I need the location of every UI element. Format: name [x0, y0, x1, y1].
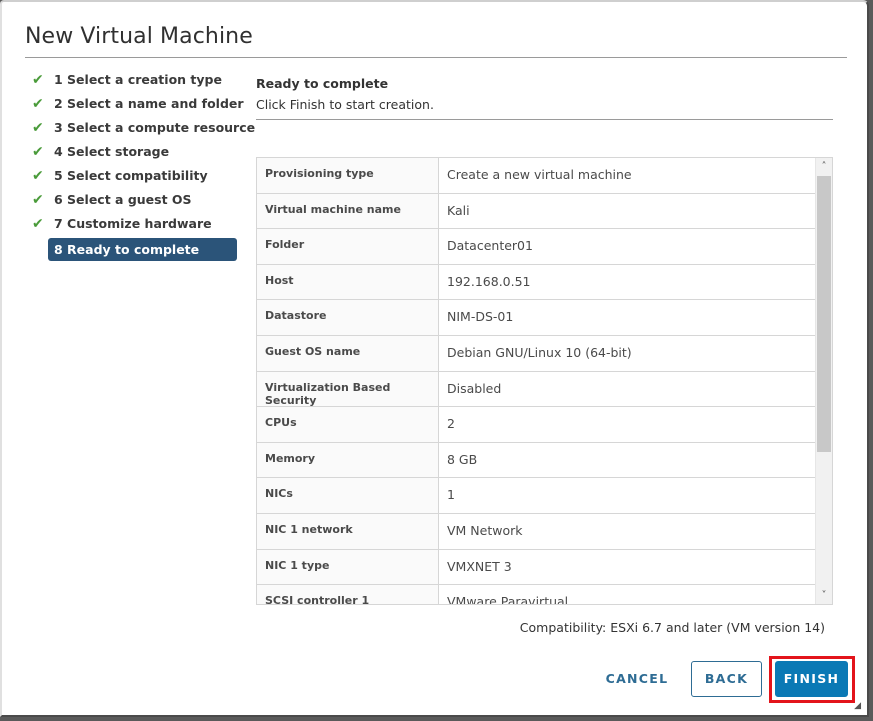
scroll-up-arrow-icon[interactable]: ˄ [816, 158, 832, 175]
step-label: 1 Select a creation type [54, 72, 222, 87]
row-key: Virtualization Based Security [257, 371, 439, 407]
row-key: Host [257, 264, 439, 300]
row-value: Create a new virtual machine [447, 167, 632, 182]
row-value: Kali [447, 202, 470, 218]
row-value: 1 [447, 487, 455, 503]
step-label: 7 Customize hardware [54, 216, 212, 231]
table-row: Memory 8 GB [257, 442, 816, 479]
row-key: Folder [257, 229, 439, 264]
table-row: Folder Datacenter01 [257, 229, 816, 265]
compatibility-info: Compatibility: ESXi 6.7 and later (VM ve… [519, 620, 825, 635]
step-label: 6 Select a guest OS [54, 192, 192, 207]
row-key: CPUs [257, 407, 439, 442]
step-label: 3 Select a compute resource [54, 120, 256, 135]
section-instructions: Click Finish to start creation. [256, 97, 434, 112]
check-icon: ✔ [32, 216, 44, 232]
table-scrollbar[interactable]: ˄ ˅ [815, 158, 832, 604]
check-icon: ✔ [32, 144, 44, 160]
step-label: 5 Select compatibility [54, 168, 208, 183]
step-label: 8 Ready to complete [54, 242, 200, 257]
dialog-title: New Virtual Machine [25, 24, 253, 49]
table-row: Host 192.168.0.51 [257, 264, 816, 301]
check-icon: ✔ [32, 72, 44, 88]
scroll-down-arrow-icon[interactable]: ˅ [816, 587, 832, 604]
step-label: 2 Select a name and folder [54, 96, 244, 111]
resize-grip-icon[interactable]: ◢ [854, 701, 861, 711]
row-key: Virtual machine name [257, 193, 439, 229]
row-value: Disabled [447, 380, 502, 396]
row-value: NIM-DS-01 [447, 309, 514, 325]
wizard-step-compatibility[interactable]: ✔ 5 Select compatibility [32, 166, 240, 190]
row-value: VM Network [447, 522, 523, 538]
table-row: NIC 1 network VM Network [257, 513, 816, 550]
row-key: Memory [257, 442, 439, 478]
wizard-step-storage[interactable]: ✔ 4 Select storage [32, 142, 240, 166]
back-button[interactable]: BACK [691, 661, 762, 697]
wizard-step-name-folder[interactable]: ✔ 2 Select a name and folder [32, 94, 244, 118]
wizard-step-compute-resource[interactable]: ✔ 3 Select a compute resource [32, 118, 255, 142]
check-icon: ✔ [32, 96, 44, 112]
scrollbar-thumb[interactable] [817, 176, 831, 452]
table-row: NIC 1 type VMXNET 3 [257, 549, 816, 586]
row-key: Guest OS name [257, 335, 439, 371]
step-label: 4 Select storage [54, 144, 170, 159]
section-heading: Ready to complete [256, 76, 389, 91]
row-key: Datastore [257, 300, 439, 335]
table-row: Virtualization Based Security Disabled [257, 371, 816, 408]
wizard-steps: ✔ 1 Select a creation type ✔ 2 Select a … [32, 70, 255, 261]
row-key: NIC 1 network [257, 513, 439, 549]
row-value: VMXNET 3 [447, 558, 512, 574]
title-divider [25, 57, 847, 58]
row-value: 192.168.0.51 [447, 273, 531, 289]
row-key: NIC 1 type [257, 549, 439, 585]
row-key: Provisioning type [257, 158, 439, 193]
table-row: Virtual machine name Kali [257, 193, 816, 230]
cancel-button[interactable]: CANCEL [594, 661, 680, 697]
summary-rows: Provisioning type Create a new virtual m… [257, 158, 816, 605]
wizard-step-ready-to-complete[interactable]: 8 Ready to complete [48, 238, 237, 261]
table-row: CPUs 2 [257, 407, 816, 443]
row-value: VMware Paravirtual [447, 594, 569, 605]
table-row: Guest OS name Debian GNU/Linux 10 (64-bi… [257, 335, 816, 372]
wizard-step-customize-hardware[interactable]: ✔ 7 Customize hardware [32, 214, 240, 238]
row-key: SCSI controller 1 [257, 585, 439, 604]
check-icon: ✔ [32, 192, 44, 208]
finish-button[interactable]: FINISH [775, 661, 848, 697]
row-value: Datacenter01 [447, 238, 533, 254]
heading-divider [256, 119, 833, 120]
row-value: 2 [447, 416, 455, 432]
table-row: SCSI controller 1 VMware Paravirtual [257, 585, 816, 605]
wizard-step-creation-type[interactable]: ✔ 1 Select a creation type [32, 70, 240, 94]
check-icon: ✔ [32, 168, 44, 184]
wizard-step-guest-os[interactable]: ✔ 6 Select a guest OS [32, 190, 240, 214]
table-row: Datastore NIM-DS-01 [257, 300, 816, 336]
new-vm-dialog: New Virtual Machine ✔ 1 Select a creatio… [0, 0, 869, 717]
row-value: Debian GNU/Linux 10 (64-bit) [447, 344, 632, 360]
table-row: NICs 1 [257, 478, 816, 514]
check-icon: ✔ [32, 120, 44, 136]
row-key: NICs [257, 478, 439, 513]
summary-table: Provisioning type Create a new virtual m… [256, 157, 833, 605]
row-value: 8 GB [447, 451, 478, 467]
table-row: Provisioning type Create a new virtual m… [257, 158, 816, 194]
